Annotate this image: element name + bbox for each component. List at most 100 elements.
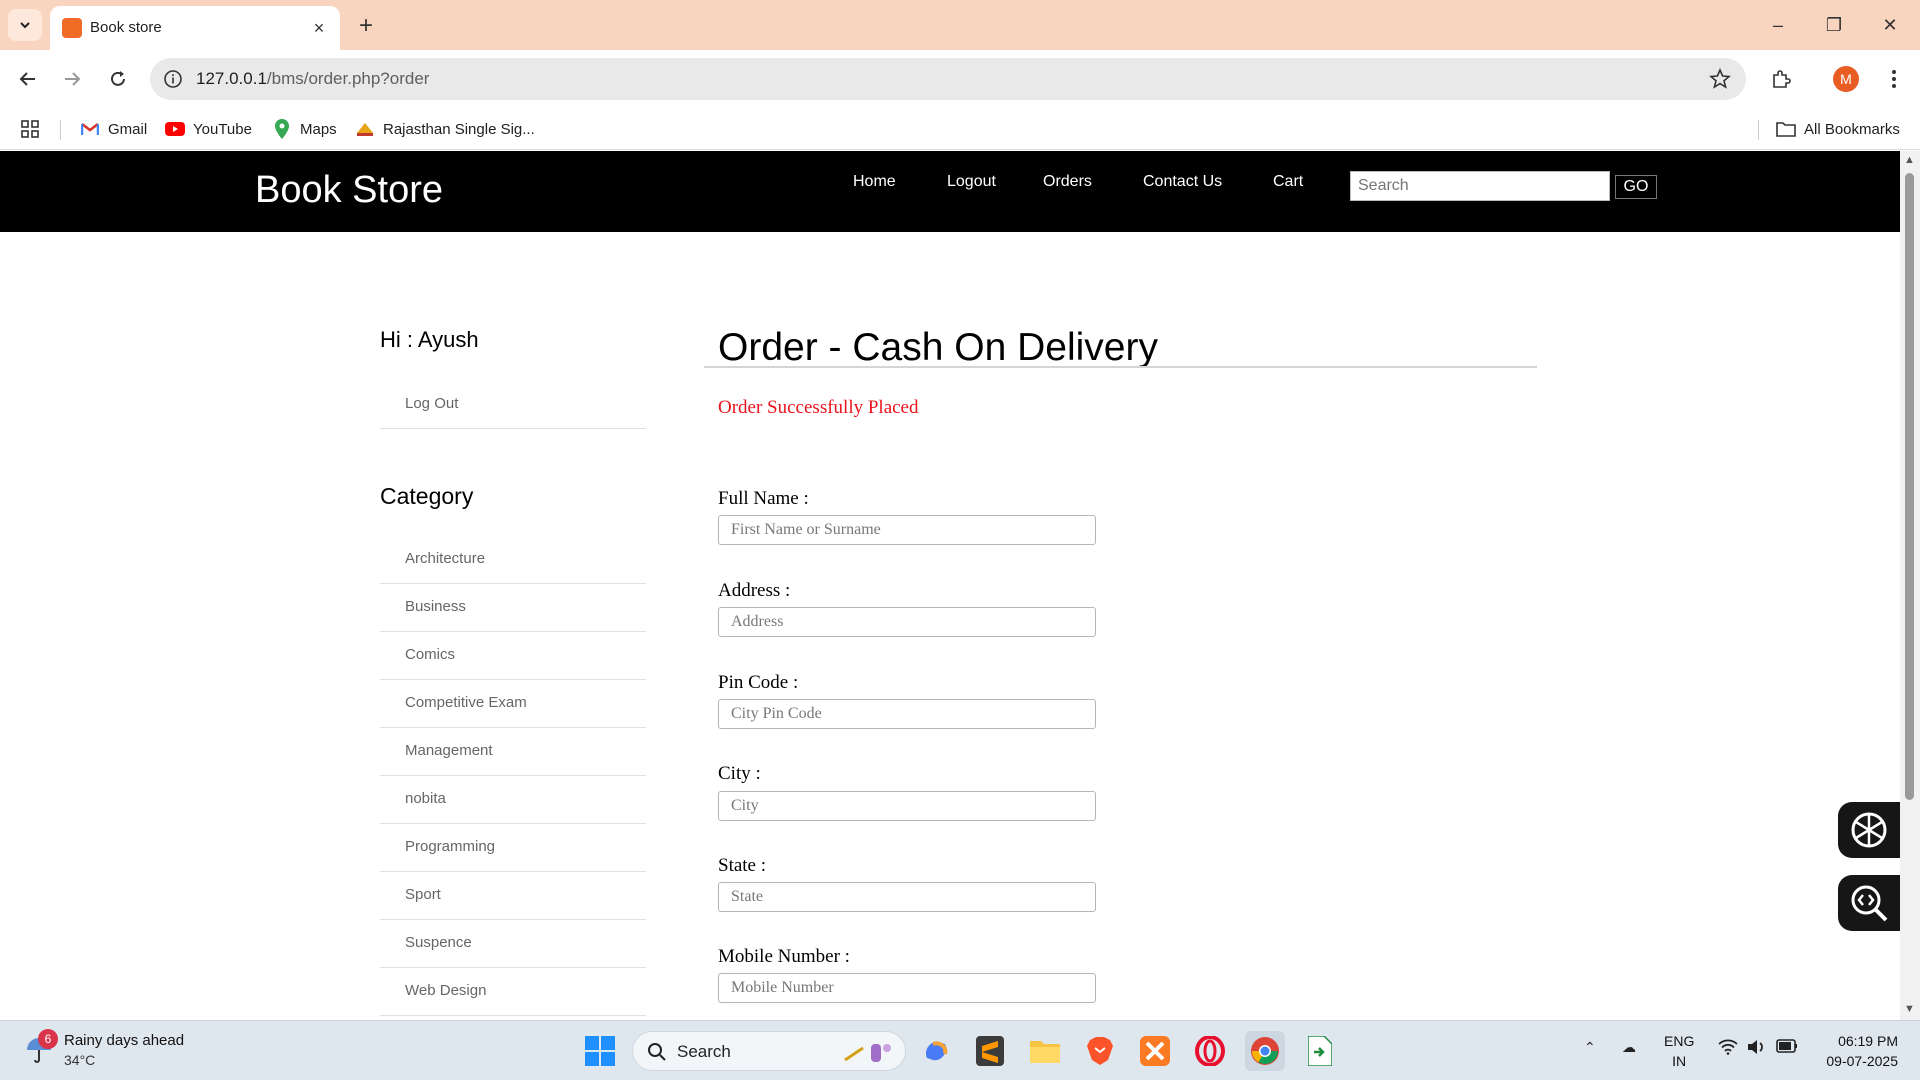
success-message: Order Successfully Placed — [718, 397, 919, 418]
new-tab-button[interactable]: + — [352, 12, 380, 40]
weather-badge: 6 — [38, 1029, 58, 1049]
browser-tab-active[interactable]: Book store × — [50, 6, 340, 50]
taskbar-file-explorer[interactable] — [1025, 1031, 1065, 1071]
category-item-competitive-exam[interactable]: Competitive Exam — [380, 680, 646, 728]
windows-start-icon[interactable] — [584, 1035, 616, 1067]
extensions-button[interactable] — [1765, 63, 1797, 95]
clock-time: 06:19 PM — [1838, 1033, 1898, 1049]
bookmark-rajasthan[interactable]: Rajasthan Single Sig... — [355, 116, 535, 142]
category-item-architecture[interactable]: Architecture — [380, 536, 646, 584]
address-bar[interactable]: 127.0.0.1/bms/order.php?order — [150, 58, 1746, 100]
mobile-number-label: Mobile Number : — [718, 946, 850, 967]
folder-icon — [1030, 1041, 1060, 1063]
mobile-number-field[interactable] — [718, 973, 1096, 1003]
search-icon — [648, 1043, 666, 1061]
nav-cart[interactable]: Cart — [1273, 173, 1303, 191]
wifi-icon[interactable] — [1718, 1039, 1738, 1058]
state-field[interactable] — [718, 882, 1096, 912]
windows-taskbar: 6 Rainy days ahead 34°C Search ⌃ ☁ ENG I… — [0, 1020, 1920, 1080]
back-button[interactable] — [12, 63, 44, 95]
taskbar-clock[interactable]: 06:19 PM 09-07-2025 — [1826, 1031, 1898, 1071]
address-field[interactable] — [718, 607, 1096, 637]
reload-button[interactable] — [102, 63, 134, 95]
apps-button[interactable] — [20, 116, 40, 142]
category-label: Competitive Exam — [405, 694, 527, 711]
puzzle-icon — [1773, 70, 1791, 88]
nav-logout[interactable]: Logout — [947, 173, 996, 191]
category-item-business[interactable]: Business — [380, 584, 646, 632]
browser-menu-button[interactable] — [1878, 63, 1910, 95]
sidebar-logout-label: Log Out — [405, 395, 459, 412]
page-scrollbar[interactable]: ▲ ▼ — [1900, 151, 1920, 1020]
taskbar-copilot[interactable] — [916, 1031, 956, 1071]
clock-date: 09-07-2025 — [1826, 1053, 1898, 1069]
bookmark-youtube[interactable]: YouTube — [165, 116, 252, 142]
close-window-icon[interactable]: ✕ — [1870, 10, 1910, 40]
taskbar-xampp[interactable] — [1135, 1031, 1175, 1071]
restore-icon[interactable]: ❐ — [1814, 10, 1854, 40]
category-item-nobita[interactable]: nobita — [380, 776, 646, 824]
category-item-management[interactable]: Management — [380, 728, 646, 776]
bookmark-maps[interactable]: Maps — [272, 116, 337, 142]
reload-icon — [111, 71, 125, 86]
tab-list-button[interactable] — [8, 9, 42, 41]
bookmark-label: YouTube — [193, 120, 252, 138]
onedrive-icon[interactable]: ☁ — [1622, 1039, 1636, 1056]
category-item-suspence[interactable]: Suspence — [380, 920, 646, 968]
folder-icon — [1776, 120, 1796, 138]
openai-icon — [1851, 812, 1887, 848]
taskbar-chrome[interactable] — [1245, 1031, 1285, 1071]
scroll-down-arrow-icon[interactable]: ▼ — [1904, 1003, 1915, 1015]
browser-toolbar: 127.0.0.1/bms/order.php?order M — [0, 50, 1920, 108]
volume-icon[interactable] — [1746, 1039, 1766, 1058]
taskbar-opera[interactable] — [1190, 1031, 1230, 1071]
kebab-menu-icon — [1892, 70, 1896, 88]
code-inspect-button[interactable] — [1838, 875, 1900, 931]
page-title: Order - Cash On Delivery — [718, 326, 1158, 369]
category-heading: Category — [380, 483, 474, 509]
bookmark-gmail[interactable]: Gmail — [80, 116, 147, 142]
nav-orders[interactable]: Orders — [1043, 173, 1092, 191]
scroll-up-arrow-icon[interactable]: ▲ — [1904, 154, 1915, 166]
sidebar-logout-item[interactable]: Log Out — [380, 381, 646, 429]
tab-close-icon[interactable]: × — [308, 17, 330, 39]
bookmark-star-icon[interactable] — [1708, 67, 1732, 91]
taskbar-search[interactable]: Search — [632, 1031, 906, 1071]
taskbar-search-label: Search — [677, 1042, 731, 1061]
minimize-icon[interactable]: – — [1758, 10, 1798, 40]
category-item-web-design[interactable]: Web Design — [380, 968, 646, 1016]
taskbar-sublime[interactable] — [970, 1031, 1010, 1071]
site-info-icon[interactable] — [162, 68, 184, 90]
full-name-field[interactable] — [718, 515, 1096, 545]
language-code: ENG — [1664, 1033, 1695, 1049]
site-brand[interactable]: Book Store — [255, 169, 443, 212]
pin-code-field[interactable] — [718, 699, 1096, 729]
taskbar-sheets[interactable] — [1300, 1031, 1340, 1071]
profile-button[interactable]: M — [1830, 63, 1862, 95]
category-label: Business — [405, 598, 466, 615]
pin-code-label: Pin Code : — [718, 672, 799, 693]
nav-home[interactable]: Home — [853, 173, 896, 191]
forward-button[interactable] — [56, 63, 88, 95]
tray-overflow-icon[interactable]: ⌃ — [1584, 1039, 1596, 1056]
category-item-sport[interactable]: Sport — [380, 872, 646, 920]
bookmark-label: Maps — [300, 120, 337, 138]
brave-lion-icon — [1087, 1037, 1113, 1065]
state-label: State : — [718, 855, 767, 876]
city-field[interactable] — [718, 791, 1096, 821]
category-item-programming[interactable]: Programming — [380, 824, 646, 872]
battery-icon[interactable] — [1776, 1039, 1798, 1056]
ai-assistant-button[interactable] — [1838, 802, 1900, 858]
nav-contact-us[interactable]: Contact Us — [1143, 173, 1222, 191]
search-go-button[interactable]: GO — [1615, 175, 1657, 199]
category-label: Architecture — [405, 550, 486, 567]
weather-text: Rainy days ahead — [64, 1032, 185, 1049]
search-input[interactable] — [1350, 171, 1610, 201]
search-highlight-icon — [844, 1044, 891, 1062]
language-indicator[interactable]: ENG IN — [1664, 1031, 1694, 1071]
category-label: Sport — [405, 886, 441, 903]
taskbar-brave[interactable] — [1080, 1031, 1120, 1071]
category-item-comics[interactable]: Comics — [380, 632, 646, 680]
all-bookmarks-button[interactable]: All Bookmarks — [1776, 116, 1900, 142]
scrollbar-thumb[interactable] — [1905, 173, 1914, 800]
